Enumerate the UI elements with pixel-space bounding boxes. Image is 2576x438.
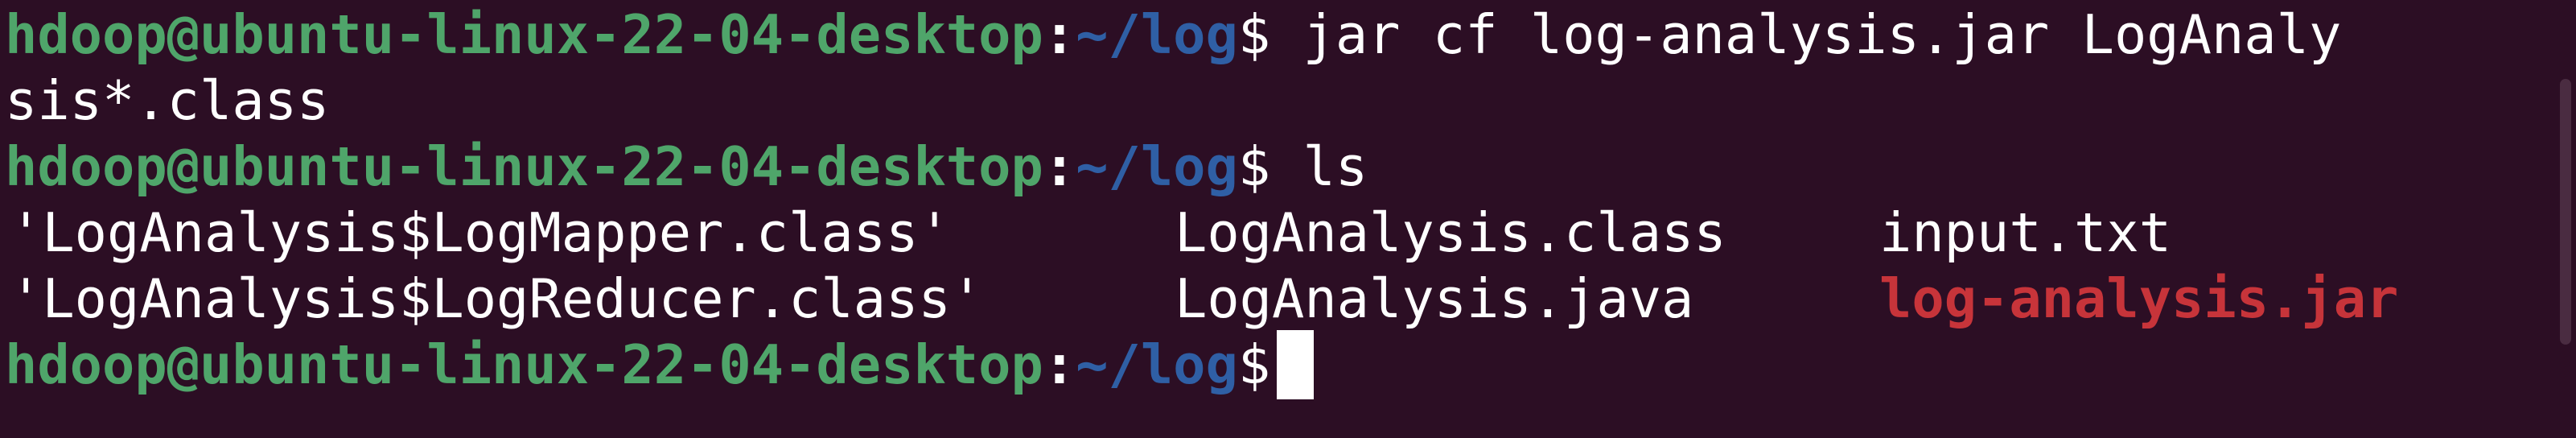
prompt-colon: : xyxy=(1043,333,1076,396)
prompt-user-host: hdoop@ubuntu-linux-22-04-desktop xyxy=(5,3,1043,66)
terminal-window[interactable]: hdoop@ubuntu-linux-22-04-desktop:~/log$ … xyxy=(0,2,2576,438)
prompt-colon: : xyxy=(1043,135,1076,198)
prompt-dollar: $ xyxy=(1237,135,1271,198)
ls-file-log-analysis-jar: log-analysis.jar xyxy=(1879,267,2399,330)
command-jar-wrapped: sis*.class xyxy=(5,69,330,132)
command-ls: ls xyxy=(1270,135,1368,198)
prompt-line-1: hdoop@ubuntu-linux-22-04-desktop:~/log$ … xyxy=(5,2,2576,68)
prompt-user-host: hdoop@ubuntu-linux-22-04-desktop xyxy=(5,333,1043,396)
prompt-dollar: $ xyxy=(1237,3,1271,66)
ls-file-logmapper-class: 'LogAnalysis$LogMapper.class' xyxy=(10,201,951,264)
ls-file-loganalysis-java: LogAnalysis.java xyxy=(1175,267,1694,330)
prompt-path: ~/log xyxy=(1076,333,1238,396)
prompt-dollar: $ xyxy=(1237,333,1271,396)
prompt-colon: : xyxy=(1043,3,1076,66)
scrollbar-track[interactable] xyxy=(2552,2,2576,438)
command-wrap-line: sis*.class xyxy=(5,68,2576,134)
prompt-user-host: hdoop@ubuntu-linux-22-04-desktop xyxy=(5,135,1043,198)
command-jar: jar cf log-analysis.jar LogAnaly xyxy=(1270,3,2342,66)
ls-output-row-1: 'LogAnalysis$LogMapper.class' LogAnalysi… xyxy=(5,200,2576,266)
ls-output-row-2: 'LogAnalysis$LogReducer.class' LogAnalys… xyxy=(5,266,2576,332)
ls-file-logreducer-class: 'LogAnalysis$LogReducer.class' xyxy=(10,267,984,330)
ls-file-loganalysis-class: LogAnalysis.class xyxy=(1175,201,1726,264)
scrollbar-thumb[interactable] xyxy=(2560,79,2571,345)
prompt-path: ~/log xyxy=(1076,3,1238,66)
text-cursor xyxy=(1277,330,1315,400)
prompt-line-2: hdoop@ubuntu-linux-22-04-desktop:~/log$ … xyxy=(5,134,2576,200)
prompt-path: ~/log xyxy=(1076,135,1238,198)
prompt-line-3[interactable]: hdoop@ubuntu-linux-22-04-desktop:~/log$ xyxy=(5,330,2576,400)
ls-file-input-txt: input.txt xyxy=(1879,201,2172,264)
